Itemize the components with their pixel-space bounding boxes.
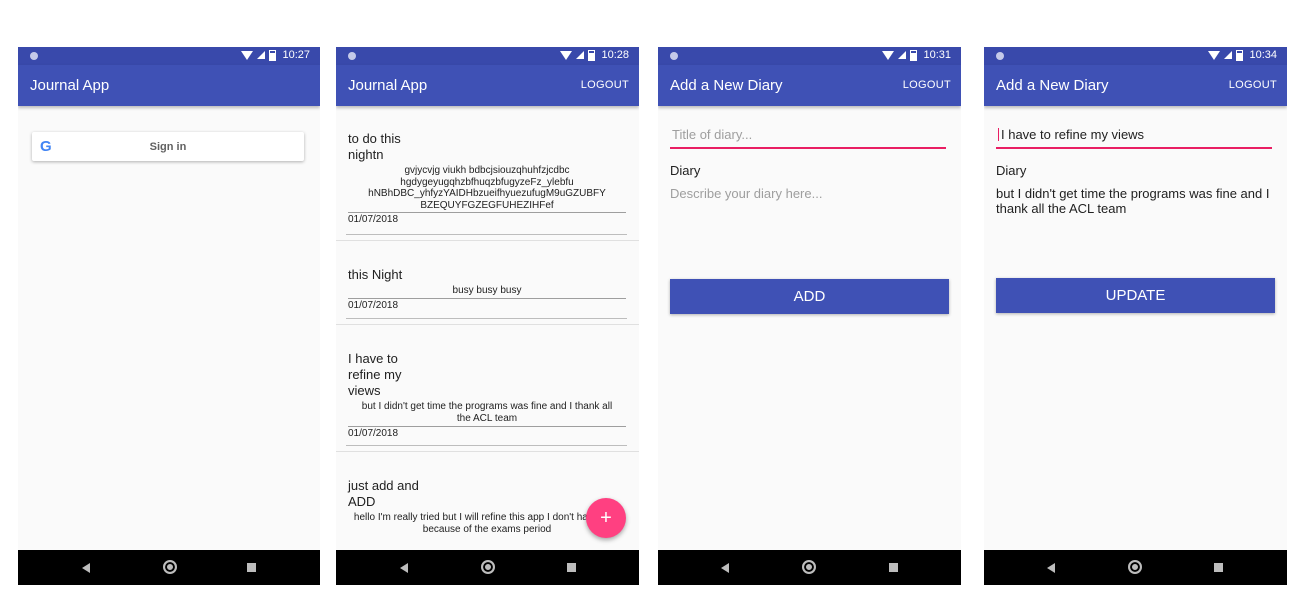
app-title: Journal App — [348, 77, 428, 94]
status-bar: 10:27 — [18, 47, 320, 65]
diary-entry[interactable]: just add and ADD hello I'm really tried … — [348, 478, 626, 536]
app-bar: Journal App LOGOUT — [336, 65, 639, 106]
entry-description: hello I'm really tried but I will refine… — [353, 512, 621, 535]
entry-divider — [348, 298, 626, 299]
entry-date: 01/07/2018 — [348, 214, 399, 225]
row-separator — [336, 451, 639, 452]
add-button[interactable]: ADD — [670, 279, 949, 314]
row-separator — [346, 234, 627, 235]
recent-apps-icon[interactable] — [889, 563, 898, 572]
diary-entry[interactable]: this Night busy busy busy 01/07/2018 — [348, 267, 626, 311]
battery-icon — [910, 49, 918, 61]
phone-screen-update: 10:34 Add a New Diary LOGOUT I have to r… — [984, 47, 1287, 585]
entry-title: this Night — [348, 267, 403, 282]
notification-dot-icon — [996, 52, 1004, 60]
phone-screen-list: 10:28 Journal App LOGOUT to do this nigh… — [336, 47, 639, 585]
status-bar: 10:28 — [336, 47, 639, 65]
title-value: I have to refine my views — [1001, 127, 1145, 142]
status-time: 10:34 — [1249, 49, 1277, 61]
title-value-wrap: I have to refine my views — [998, 127, 1144, 142]
row-separator — [346, 318, 627, 319]
app-bar: Add a New Diary LOGOUT — [984, 65, 1287, 106]
title-placeholder: Title of diary... — [672, 127, 753, 142]
diary-description-input[interactable]: Describe your diary here... — [670, 186, 950, 201]
app-bar: Add a New Diary LOGOUT — [658, 65, 961, 106]
update-button[interactable]: UPDATE — [996, 278, 1275, 313]
nav-bar — [984, 550, 1287, 585]
battery-icon — [269, 49, 277, 61]
entry-date: 01/07/2018 — [348, 300, 399, 311]
diary-title-input[interactable]: Title of diary... — [670, 123, 946, 149]
diary-entry[interactable]: to do this nightn gvjycvjg viukh bdbcjsi… — [348, 131, 626, 225]
diary-description-input[interactable]: but I didn't get time the programs was f… — [996, 186, 1276, 216]
battery-icon — [588, 49, 596, 61]
recent-apps-icon[interactable] — [567, 563, 576, 572]
google-signin-button[interactable]: G Sign in — [32, 132, 304, 161]
entry-description: but I didn't get time the programs was f… — [361, 401, 613, 424]
row-separator — [336, 240, 639, 241]
signal-icon — [257, 51, 266, 59]
entry-divider — [348, 212, 626, 213]
status-bar: 10:31 — [658, 47, 961, 65]
app-title: Add a New Diary — [670, 77, 783, 94]
logout-button[interactable]: LOGOUT — [903, 79, 951, 91]
wifi-icon — [882, 50, 895, 60]
signal-icon — [1224, 51, 1233, 59]
add-entry-fab[interactable]: + — [586, 498, 626, 538]
text-cursor — [998, 128, 999, 141]
phone-screen-add: 10:31 Add a New Diary LOGOUT Title of di… — [658, 47, 961, 585]
app-title: Journal App — [30, 77, 110, 94]
notification-dot-icon — [30, 52, 38, 60]
recent-apps-icon[interactable] — [1214, 563, 1223, 572]
entry-description: busy busy busy — [452, 285, 522, 296]
back-icon[interactable] — [82, 563, 90, 573]
entry-date: 01/07/2018 — [348, 428, 399, 439]
entry-title: to do this nightn — [348, 131, 401, 162]
app-bar: Journal App — [18, 65, 320, 106]
status-time: 10:27 — [282, 49, 310, 61]
app-title: Add a New Diary — [996, 77, 1109, 94]
home-icon[interactable] — [481, 560, 495, 574]
entry-description: gvjycvjg viukh bdbcjsiouzqhuhfzjcdbc hgd… — [368, 165, 606, 211]
diary-label: Diary — [996, 163, 1027, 178]
wifi-icon — [1208, 50, 1221, 60]
nav-bar — [658, 550, 961, 585]
wifi-icon — [560, 50, 573, 60]
battery-icon — [1236, 49, 1244, 61]
logout-button[interactable]: LOGOUT — [1229, 79, 1277, 91]
row-separator — [346, 445, 627, 446]
diary-label: Diary — [670, 163, 701, 178]
entry-title: just add and ADD — [348, 478, 419, 509]
status-time: 10:28 — [601, 49, 629, 61]
back-icon[interactable] — [400, 563, 408, 573]
home-icon[interactable] — [163, 560, 177, 574]
diary-entry[interactable]: I have to refine my views but I didn't g… — [348, 351, 626, 439]
wifi-icon — [241, 50, 254, 60]
nav-bar — [336, 550, 639, 585]
phone-screen-signin: 10:27 Journal App G Sign in — [18, 47, 320, 585]
diary-title-input[interactable]: I have to refine my views — [996, 123, 1272, 149]
entry-divider — [348, 426, 626, 427]
recent-apps-icon[interactable] — [247, 563, 256, 572]
row-separator — [336, 324, 639, 325]
signal-icon — [898, 51, 907, 59]
logout-button[interactable]: LOGOUT — [581, 79, 629, 91]
home-icon[interactable] — [802, 560, 816, 574]
entry-title: I have to refine my views — [348, 351, 402, 398]
signal-icon — [576, 51, 585, 59]
notification-dot-icon — [670, 52, 678, 60]
notification-dot-icon — [348, 52, 356, 60]
back-icon[interactable] — [1047, 563, 1055, 573]
status-time: 10:31 — [923, 49, 951, 61]
back-icon[interactable] — [721, 563, 729, 573]
status-bar: 10:34 — [984, 47, 1287, 65]
nav-bar — [18, 550, 320, 585]
home-icon[interactable] — [1128, 560, 1142, 574]
signin-label: Sign in — [149, 141, 187, 153]
